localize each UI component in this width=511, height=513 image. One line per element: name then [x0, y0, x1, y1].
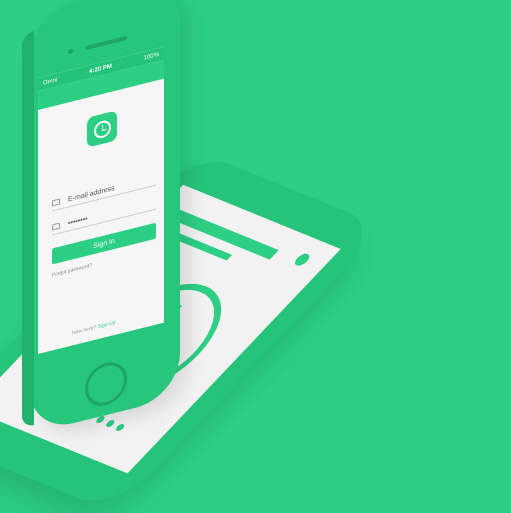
signup-footer: New here? Sign Up [72, 320, 115, 337]
email-placeholder: E-mail address [68, 184, 115, 204]
camera-icon [68, 48, 73, 55]
sign-up-link[interactable]: Sign Up [98, 320, 116, 330]
clock-icon [93, 118, 111, 140]
speaker-grill [85, 35, 127, 51]
phone-side [22, 31, 34, 428]
home-button[interactable] [85, 357, 127, 411]
battery-label: 100% [143, 51, 159, 62]
carrier-label: Omni [43, 76, 58, 87]
more-dots-icon[interactable] [94, 415, 126, 432]
envelope-icon [52, 198, 60, 207]
login-screen: Omni 4:20 PM 100% E-mail address •••••••… [38, 46, 164, 355]
lock-icon [52, 222, 60, 231]
avatar-dot [292, 252, 313, 268]
primary-phone: Omni 4:20 PM 100% E-mail address •••••••… [22, 0, 180, 434]
forgot-password-link[interactable]: Forgot password? [52, 263, 92, 279]
password-mask: •••••••• [68, 215, 88, 228]
app-icon [87, 110, 117, 148]
new-here-label: New here? [72, 324, 97, 337]
